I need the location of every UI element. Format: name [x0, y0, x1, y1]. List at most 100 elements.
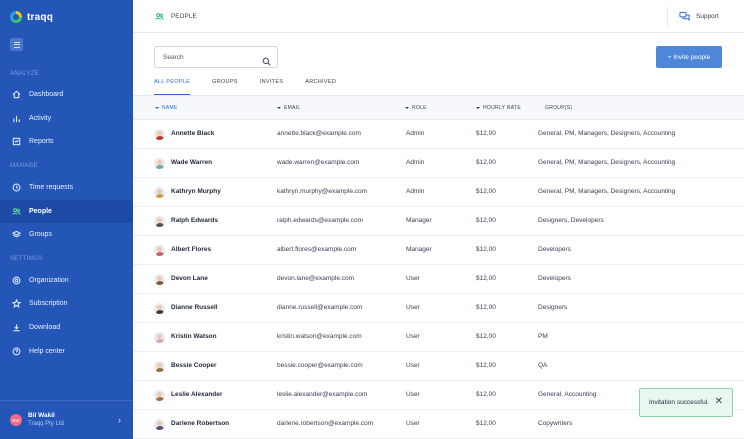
person-name[interactable]: Ralph Edwards [171, 217, 218, 224]
cell-role: User [406, 391, 420, 398]
avatar [154, 419, 165, 430]
tab-archived[interactable]: ARCHIVED [305, 79, 336, 95]
sidebar-item-people[interactable]: People [0, 200, 133, 223]
tabs: ALL PEOPLE GROUPS INVITES ARCHIVED [154, 79, 358, 95]
person-name[interactable]: Bessie Cooper [171, 362, 217, 369]
avatar [154, 216, 165, 227]
table-row[interactable]: Annette Black annette.black@example.com Ad… [133, 120, 744, 149]
person-name[interactable]: Leslie Alexander [171, 391, 222, 398]
table-row[interactable]: Bessie Cooper bessie.cooper@example.com Us… [133, 352, 744, 381]
tab-invites[interactable]: INVITES [260, 79, 284, 95]
cell-role: Admin [406, 159, 425, 166]
sidebar-item-label: Dashboard [29, 91, 64, 98]
table-row[interactable]: Ralph Edwards ralph.edwards@example.com Ma… [133, 207, 744, 236]
activity-icon [11, 114, 21, 124]
user-account-menu[interactable]: BW Bil Wakil Traqq Pty Ltd › [0, 400, 133, 439]
table-row[interactable]: Kristin Watson kristin.watson@example.com… [133, 323, 744, 352]
sidebar-item-subscription[interactable]: Subscription [0, 292, 133, 315]
avatar [154, 187, 165, 198]
menu-toggle-button[interactable] [10, 38, 23, 51]
cell-email: bessie.cooper@example.com [277, 362, 363, 369]
star-icon [11, 299, 21, 309]
column-label: GROUP(S) [545, 105, 573, 111]
support-link[interactable]: Support [679, 11, 719, 21]
column-header-hourly-rate[interactable]: HOURLY RATE [476, 105, 521, 111]
column-header-role[interactable]: ROLE [405, 105, 427, 111]
table-row[interactable]: Albert Flores albert.flores@example.com Ma… [133, 236, 744, 265]
cell-role: User [406, 275, 420, 282]
cell-rate: $12,00 [476, 391, 496, 398]
person-name[interactable]: Dianne Russell [171, 304, 218, 311]
cell-groups: General, PM, Managers, Designers, Accoun… [538, 188, 676, 195]
sidebar-item-organization[interactable]: Organization [0, 269, 133, 292]
search-box[interactable] [154, 46, 278, 68]
help-icon [11, 347, 21, 357]
sidebar-item-download[interactable]: Download [0, 316, 133, 339]
column-header-name[interactable]: NAME [155, 105, 178, 111]
sidebar-item-label: Groups [29, 231, 52, 238]
cell-email: wade.warren@example.com [277, 159, 360, 166]
cell-role: User [406, 304, 420, 311]
person-name[interactable]: Devon Lane [171, 275, 208, 282]
table-row[interactable]: Dianne Russell dianne.russell@example.com… [133, 294, 744, 323]
table-row[interactable]: Kathryn Murphy kathryn.murphy@example.com… [133, 178, 744, 207]
avatar [154, 303, 165, 314]
cell-rate: $12,00 [476, 362, 496, 369]
sidebar-item-label: Time requests [29, 184, 74, 191]
cell-groups: General, PM, Managers, Designers, Accoun… [538, 159, 676, 166]
person-name[interactable]: Kristin Watson [171, 333, 217, 340]
cell-email: leslie.alexander@example.com [277, 391, 368, 398]
page-title: PEOPLE [171, 13, 197, 20]
tab-all-people[interactable]: ALL PEOPLE [154, 79, 191, 95]
section-label-analyze: ANALYZE [10, 71, 39, 77]
table-row[interactable]: Wade Warren wade.warren@example.com Admin $… [133, 149, 744, 178]
people-icon [155, 13, 164, 20]
sidebar: traqq ANALYZE Dashboard Activity Reports… [0, 0, 133, 439]
close-icon[interactable]: ✕ [715, 397, 723, 407]
person-name[interactable]: Albert Flores [171, 246, 211, 253]
person-name[interactable]: Darlene Robertson [171, 420, 229, 427]
sidebar-item-label: People [29, 208, 52, 215]
invite-people-button[interactable]: + Invite people [656, 46, 722, 68]
sort-caret-icon [155, 107, 159, 109]
cell-groups: Developers [538, 246, 571, 253]
sidebar-item-reports[interactable]: Reports [0, 130, 133, 153]
avatar [154, 361, 165, 372]
sidebar-item-label: Organization [29, 277, 69, 284]
column-header-email[interactable]: EMAIL [277, 105, 301, 111]
sidebar-item-label: Subscription [29, 300, 68, 307]
success-toast: Invitation successful. ✕ [639, 388, 733, 417]
search-icon[interactable] [262, 53, 271, 66]
cell-email: ralph.edwards@example.com [277, 217, 364, 224]
person-name[interactable]: Annette Black [171, 130, 214, 137]
cell-email: albert.flores@example.com [277, 246, 357, 253]
avatar: BW [10, 414, 22, 426]
search-input[interactable] [163, 53, 253, 61]
layers-icon [11, 230, 21, 240]
people-icon [11, 207, 21, 217]
app-logo[interactable]: traqq [10, 11, 53, 23]
avatar [154, 129, 165, 140]
cell-rate: $12,00 [476, 130, 496, 137]
cell-email: devon.lane@example.com [277, 275, 355, 282]
chevron-right-icon: › [118, 415, 121, 425]
sidebar-item-dashboard[interactable]: Dashboard [0, 83, 133, 106]
sidebar-item-time-requests[interactable]: Time requests [0, 176, 133, 199]
table-row[interactable]: Devon Lane devon.lane@example.com User $12,… [133, 265, 744, 294]
tab-groups[interactable]: GROUPS [212, 79, 238, 95]
person-name[interactable]: Kathryn Murphy [171, 188, 221, 195]
cell-role: User [406, 420, 420, 427]
cell-rate: $12,00 [476, 304, 496, 311]
cell-rate: $12,00 [476, 246, 496, 253]
reports-icon [11, 137, 21, 147]
avatar [154, 274, 165, 285]
sidebar-item-groups[interactable]: Groups [0, 223, 133, 246]
sidebar-item-activity[interactable]: Activity [0, 107, 133, 130]
chat-icon [679, 11, 690, 21]
person-name[interactable]: Wade Warren [171, 159, 212, 166]
sidebar-item-label: Activity [29, 115, 52, 122]
column-label: EMAIL [284, 105, 301, 111]
sidebar-item-label: Reports [29, 138, 54, 145]
sidebar-item-help-center[interactable]: Help center [0, 340, 133, 363]
cell-email: dianne.russell@example.com [277, 304, 363, 311]
